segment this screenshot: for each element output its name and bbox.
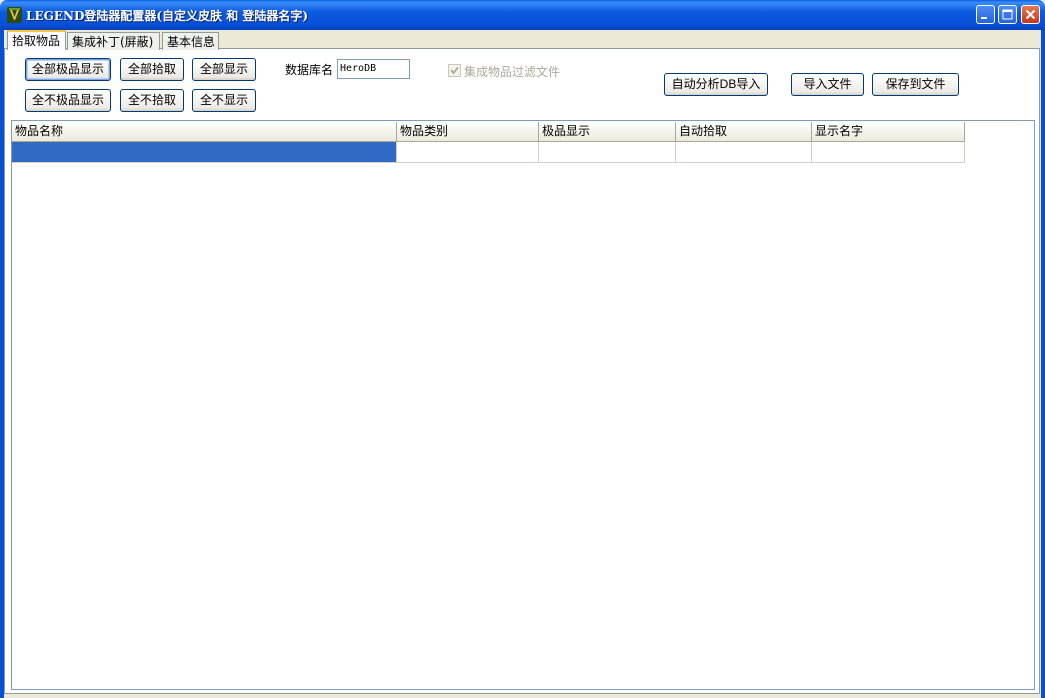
filter-file-label: 集成物品过滤文件 — [464, 65, 561, 79]
table-cell-item-name[interactable] — [12, 142, 397, 163]
all-pickup-button[interactable]: 全部拾取 — [120, 58, 184, 81]
column-header-item-category[interactable]: 物品类别 — [397, 122, 539, 142]
grid-header: 物品名称 物品类别 极品显示 自动拾取 显示名字 — [12, 122, 965, 142]
close-button[interactable] — [1021, 5, 1040, 24]
minimize-icon — [981, 17, 987, 19]
minimize-button[interactable] — [976, 5, 995, 24]
window-title: LEGEND登陆器配置器(自定义皮肤 和 登陆器名字) — [26, 9, 309, 23]
items-grid[interactable]: 物品名称 物品类别 极品显示 自动拾取 显示名字 — [11, 120, 1035, 690]
tab-label: 基本信息 — [167, 35, 216, 49]
all-show-button[interactable]: 全部显示 — [192, 58, 256, 81]
column-header-auto-pickup[interactable]: 自动拾取 — [676, 122, 812, 142]
table-cell-best-show[interactable] — [539, 142, 676, 163]
table-cell-auto-pickup[interactable] — [676, 142, 812, 163]
tab-label: 集成补丁(屏蔽) — [72, 35, 154, 49]
db-name-input[interactable]: HeroDB — [337, 59, 410, 79]
tab-basic-info[interactable]: 基本信息 — [162, 32, 219, 50]
column-header-best-show[interactable]: 极品显示 — [539, 122, 676, 142]
tab-pickup-items[interactable]: 拾取物品 — [7, 30, 66, 50]
import-file-button[interactable]: 导入文件 — [791, 73, 864, 96]
auto-analyze-db-import-button[interactable]: 自动分析DB导入 — [664, 73, 768, 96]
column-header-item-name[interactable]: 物品名称 — [12, 122, 397, 142]
filter-file-checkbox[interactable] — [448, 64, 461, 77]
window-bottom-strip — [4, 694, 1040, 698]
column-header-display-name[interactable]: 显示名字 — [812, 122, 965, 142]
tab-integrated-patch[interactable]: 集成补丁(屏蔽) — [67, 32, 160, 50]
maximize-icon — [1002, 9, 1013, 20]
none-best-show-button[interactable]: 全不极品显示 — [25, 89, 111, 112]
checkmark-icon — [450, 66, 459, 75]
table-row[interactable] — [12, 142, 965, 163]
save-to-file-button[interactable]: 保存到文件 — [872, 73, 959, 96]
none-pickup-button[interactable]: 全不拾取 — [120, 89, 184, 112]
table-cell-item-category[interactable] — [397, 142, 539, 163]
maximize-button[interactable] — [998, 5, 1017, 24]
close-icon — [1025, 9, 1036, 20]
table-cell-display-name[interactable] — [812, 142, 965, 163]
tab-label: 拾取物品 — [12, 34, 61, 48]
app-icon — [7, 7, 22, 23]
title-bar[interactable]: LEGEND登陆器配置器(自定义皮肤 和 登陆器名字) — [0, 0, 1045, 30]
all-best-show-button[interactable]: 全部极品显示 — [25, 58, 111, 81]
none-show-button[interactable]: 全不显示 — [192, 89, 256, 112]
window-frame-right — [1041, 30, 1045, 698]
db-name-label: 数据库名 — [285, 63, 334, 77]
